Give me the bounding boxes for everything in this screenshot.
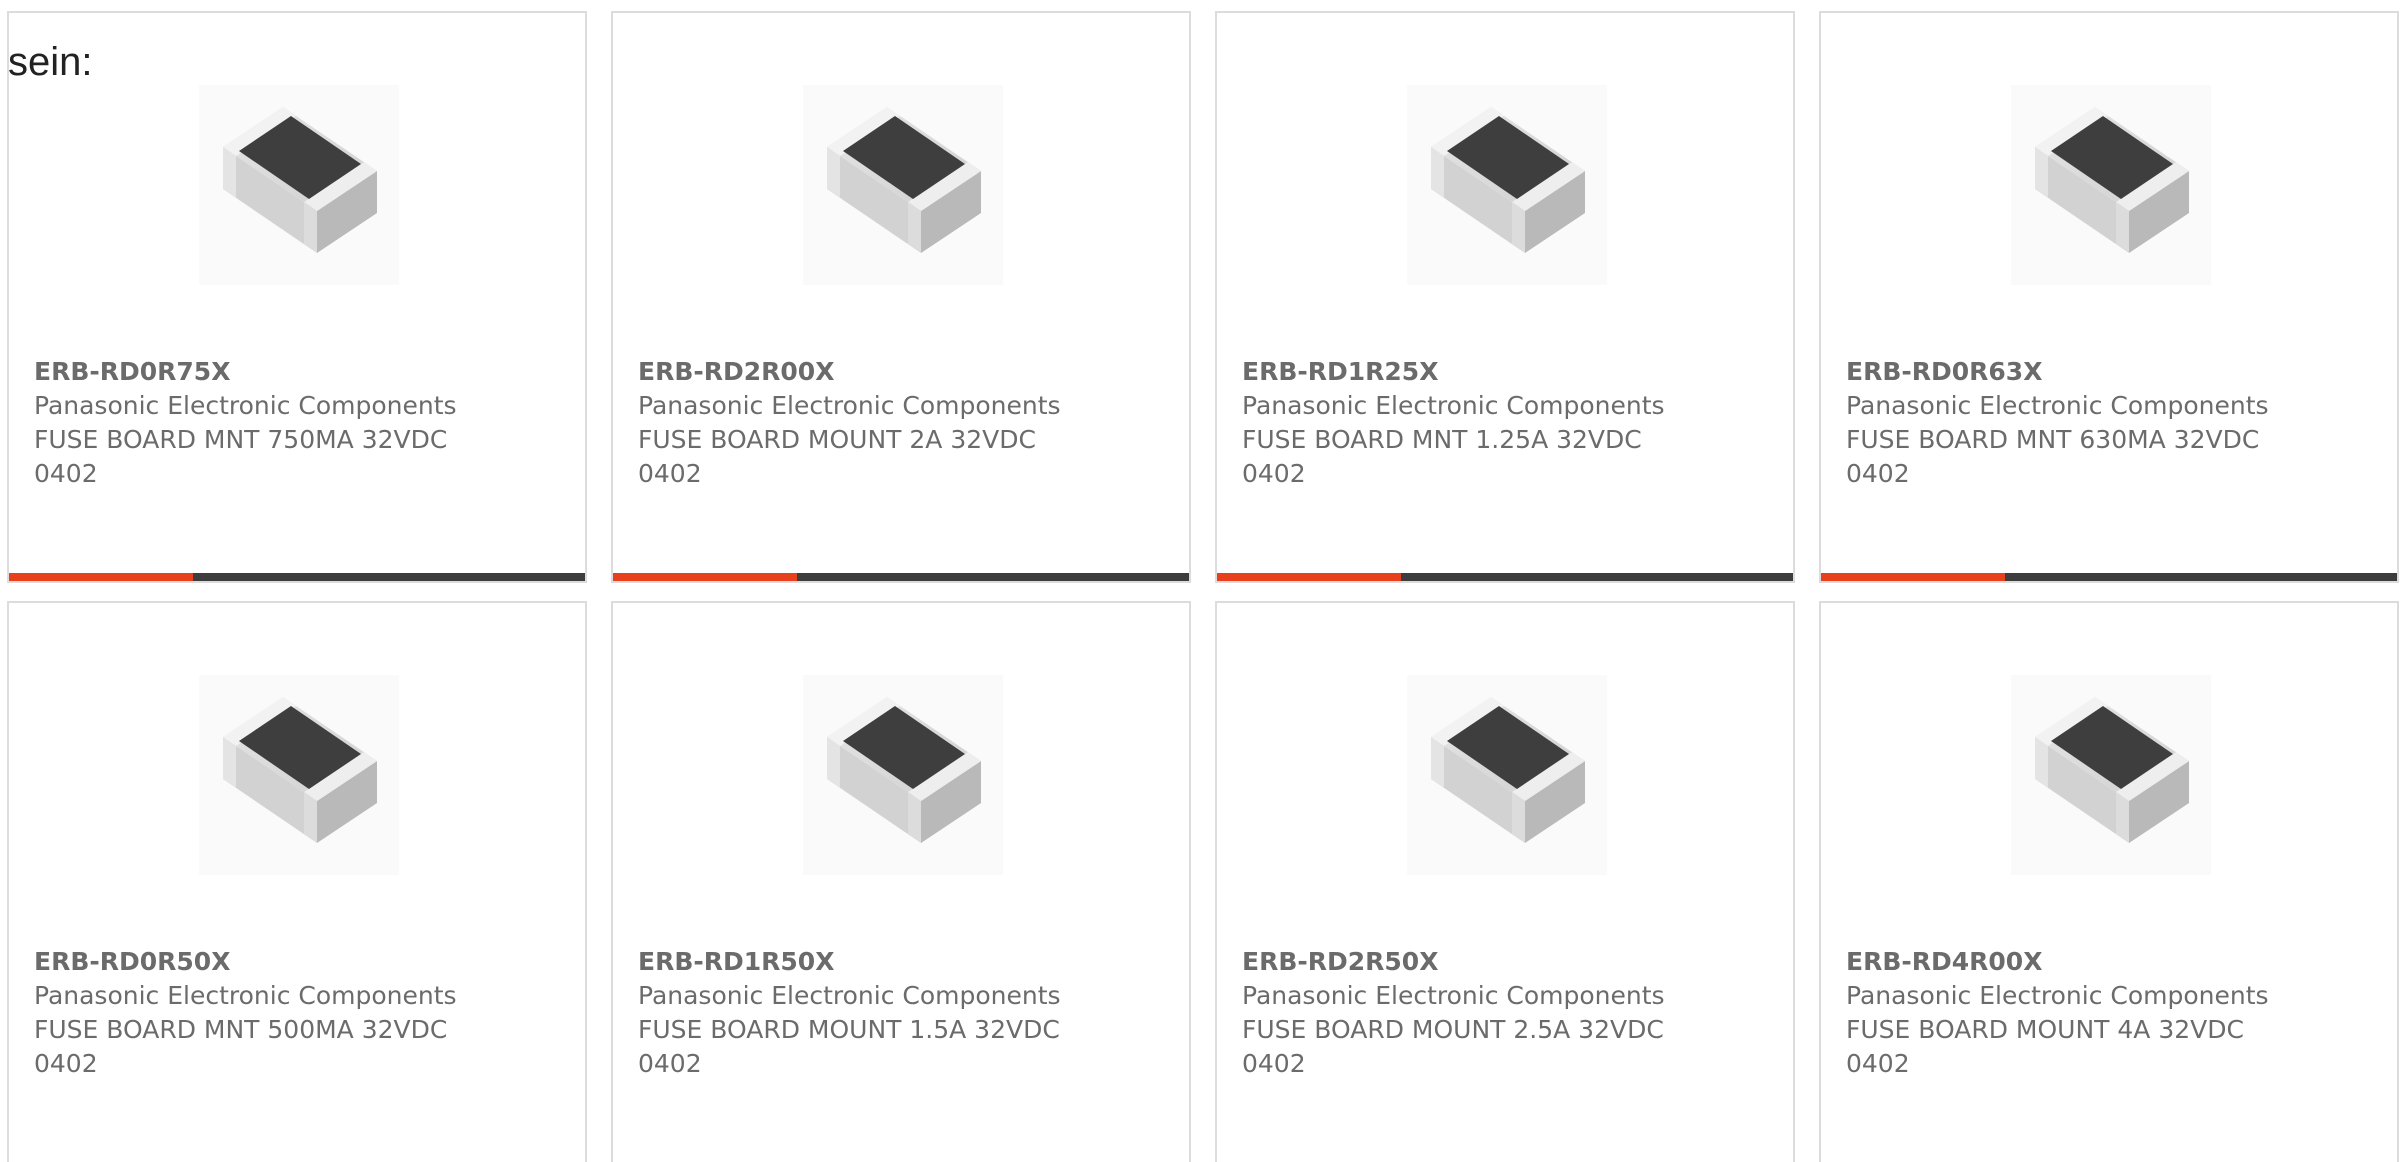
part-number[interactable]: ERB-RD0R63X — [1846, 355, 2377, 389]
description: FUSE BOARD MNT 630MA 32VDC — [1846, 425, 2260, 454]
progress-bar — [1821, 573, 2397, 581]
product-card[interactable]: ERB-RD0R75X Panasonic Electronic Compone… — [7, 11, 587, 583]
package-size: 0402 — [1242, 459, 1306, 488]
manufacturer: Panasonic Electronic Components — [34, 391, 457, 420]
package-size: 0402 — [1846, 459, 1910, 488]
product-info: ERB-RD4R00X Panasonic Electronic Compone… — [1846, 945, 2377, 1081]
part-number[interactable]: ERB-RD2R00X — [638, 355, 1169, 389]
manufacturer: Panasonic Electronic Components — [1242, 981, 1665, 1010]
progress-bar — [9, 573, 585, 581]
package-size: 0402 — [638, 1049, 702, 1078]
package-size: 0402 — [1846, 1049, 1910, 1078]
description: FUSE BOARD MOUNT 2.5A 32VDC — [1242, 1015, 1664, 1044]
product-card[interactable]: ERB-RD1R50X Panasonic Electronic Compone… — [611, 601, 1191, 1162]
package-size: 0402 — [34, 1049, 98, 1078]
intro-text: sein: — [8, 40, 93, 84]
package-size: 0402 — [34, 459, 98, 488]
description: FUSE BOARD MNT 750MA 32VDC — [34, 425, 448, 454]
progress-fill — [1217, 573, 1402, 581]
part-number[interactable]: ERB-RD1R25X — [1242, 355, 1773, 389]
product-card[interactable]: ERB-RD2R50X Panasonic Electronic Compone… — [1215, 601, 1795, 1162]
description: FUSE BOARD MNT 1.25A 32VDC — [1242, 425, 1642, 454]
product-grid-page: sein: ERB-RD0R75X Panasonic Electronic C… — [0, 0, 2400, 1162]
part-number[interactable]: ERB-RD4R00X — [1846, 945, 2377, 979]
product-card[interactable]: ERB-RD1R25X Panasonic Electronic Compone… — [1215, 11, 1795, 583]
part-number[interactable]: ERB-RD0R50X — [34, 945, 565, 979]
product-info: ERB-RD0R50X Panasonic Electronic Compone… — [34, 945, 565, 1081]
product-info: ERB-RD1R50X Panasonic Electronic Compone… — [638, 945, 1169, 1081]
manufacturer: Panasonic Electronic Components — [1846, 391, 2269, 420]
manufacturer: Panasonic Electronic Components — [638, 981, 1061, 1010]
progress-bar — [1217, 573, 1793, 581]
manufacturer: Panasonic Electronic Components — [34, 981, 457, 1010]
progress-fill — [9, 573, 194, 581]
product-card[interactable]: ERB-RD4R00X Panasonic Electronic Compone… — [1819, 601, 2399, 1162]
fuse-chip-image[interactable] — [2011, 675, 2211, 875]
product-card[interactable]: ERB-RD0R50X Panasonic Electronic Compone… — [7, 601, 587, 1162]
fuse-chip-image[interactable] — [2011, 85, 2211, 285]
fuse-chip-image[interactable] — [1407, 85, 1607, 285]
fuse-chip-image[interactable] — [803, 675, 1003, 875]
fuse-chip-image[interactable] — [199, 85, 399, 285]
manufacturer: Panasonic Electronic Components — [638, 391, 1061, 420]
description: FUSE BOARD MOUNT 4A 32VDC — [1846, 1015, 2244, 1044]
package-size: 0402 — [638, 459, 702, 488]
product-card[interactable]: ERB-RD2R00X Panasonic Electronic Compone… — [611, 11, 1191, 583]
fuse-chip-image[interactable] — [1407, 675, 1607, 875]
part-number[interactable]: ERB-RD0R75X — [34, 355, 565, 389]
fuse-chip-image[interactable] — [199, 675, 399, 875]
package-size: 0402 — [1242, 1049, 1306, 1078]
progress-bar — [613, 573, 1189, 581]
description: FUSE BOARD MOUNT 2A 32VDC — [638, 425, 1036, 454]
product-info: ERB-RD1R25X Panasonic Electronic Compone… — [1242, 355, 1773, 491]
manufacturer: Panasonic Electronic Components — [1846, 981, 2269, 1010]
product-card[interactable]: ERB-RD0R63X Panasonic Electronic Compone… — [1819, 11, 2399, 583]
description: FUSE BOARD MOUNT 1.5A 32VDC — [638, 1015, 1060, 1044]
progress-fill — [1821, 573, 2006, 581]
part-number[interactable]: ERB-RD2R50X — [1242, 945, 1773, 979]
fuse-chip-image[interactable] — [803, 85, 1003, 285]
manufacturer: Panasonic Electronic Components — [1242, 391, 1665, 420]
product-info: ERB-RD0R63X Panasonic Electronic Compone… — [1846, 355, 2377, 491]
product-info: ERB-RD0R75X Panasonic Electronic Compone… — [34, 355, 565, 491]
description: FUSE BOARD MNT 500MA 32VDC — [34, 1015, 448, 1044]
progress-fill — [613, 573, 798, 581]
product-info: ERB-RD2R50X Panasonic Electronic Compone… — [1242, 945, 1773, 1081]
part-number[interactable]: ERB-RD1R50X — [638, 945, 1169, 979]
product-info: ERB-RD2R00X Panasonic Electronic Compone… — [638, 355, 1169, 491]
